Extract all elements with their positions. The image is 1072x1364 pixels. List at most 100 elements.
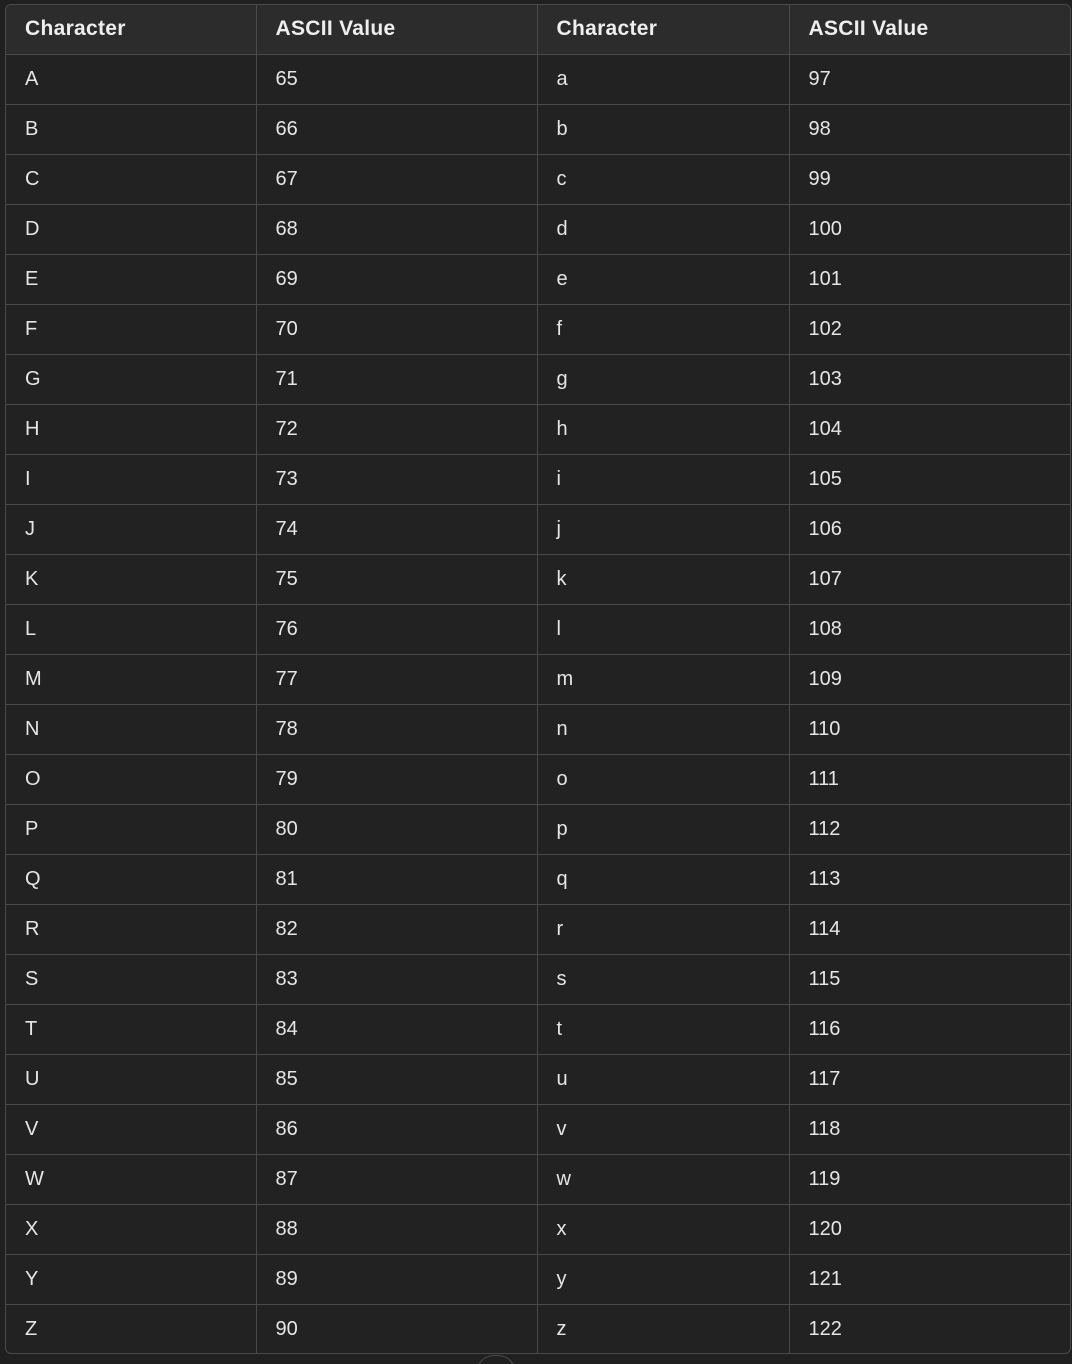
lowercase-character-cell: e xyxy=(537,254,790,305)
uppercase-character-cell: S xyxy=(6,954,257,1005)
uppercase-character-cell: C xyxy=(6,154,257,205)
uppercase-character-cell: M xyxy=(6,654,257,705)
uppercase-ascii-cell: 90 xyxy=(256,1304,538,1353)
uppercase-character-cell: H xyxy=(6,404,257,455)
uppercase-ascii-cell: 83 xyxy=(256,954,538,1005)
lowercase-ascii-cell: 98 xyxy=(789,104,1070,155)
uppercase-ascii-cell: 67 xyxy=(256,154,538,205)
uppercase-ascii-cell: 69 xyxy=(256,254,538,305)
table-row: G 71 g 103 xyxy=(6,354,1070,405)
lowercase-ascii-cell: 104 xyxy=(789,404,1070,455)
lowercase-ascii-cell: 113 xyxy=(789,854,1070,905)
lowercase-ascii-cell: 119 xyxy=(789,1154,1070,1205)
table-row: V 86 v 118 xyxy=(6,1104,1070,1155)
lowercase-ascii-cell: 107 xyxy=(789,554,1070,605)
lowercase-ascii-cell: 109 xyxy=(789,654,1070,705)
lowercase-ascii-cell: 101 xyxy=(789,254,1070,305)
table-row: U 85 u 117 xyxy=(6,1054,1070,1105)
header-character-upper: Character xyxy=(6,5,257,55)
lowercase-character-cell: j xyxy=(537,504,790,555)
lowercase-character-cell: t xyxy=(537,1004,790,1055)
lowercase-character-cell: z xyxy=(537,1304,790,1353)
lowercase-character-cell: c xyxy=(537,154,790,205)
lowercase-character-cell: n xyxy=(537,704,790,755)
uppercase-character-cell: B xyxy=(6,104,257,155)
resize-handle[interactable] xyxy=(476,1355,516,1364)
lowercase-character-cell: l xyxy=(537,604,790,655)
uppercase-character-cell: X xyxy=(6,1204,257,1255)
table-row: L 76 l 108 xyxy=(6,604,1070,655)
table-row: T 84 t 116 xyxy=(6,1004,1070,1055)
lowercase-character-cell: h xyxy=(537,404,790,455)
uppercase-ascii-cell: 87 xyxy=(256,1154,538,1205)
uppercase-ascii-cell: 74 xyxy=(256,504,538,555)
header-row: Character ASCII Value Character ASCII Va… xyxy=(6,5,1070,55)
table-row: S 83 s 115 xyxy=(6,954,1070,1005)
lowercase-ascii-cell: 114 xyxy=(789,904,1070,955)
table-row: W 87 w 119 xyxy=(6,1154,1070,1205)
lowercase-ascii-cell: 97 xyxy=(789,54,1070,105)
table-row: A 65 a 97 xyxy=(6,54,1070,105)
lowercase-character-cell: y xyxy=(537,1254,790,1305)
uppercase-ascii-cell: 75 xyxy=(256,554,538,605)
uppercase-ascii-cell: 65 xyxy=(256,54,538,105)
uppercase-character-cell: V xyxy=(6,1104,257,1155)
lowercase-ascii-cell: 105 xyxy=(789,454,1070,505)
uppercase-ascii-cell: 88 xyxy=(256,1204,538,1255)
uppercase-ascii-cell: 81 xyxy=(256,854,538,905)
uppercase-ascii-cell: 84 xyxy=(256,1004,538,1055)
lowercase-character-cell: x xyxy=(537,1204,790,1255)
table-row: I 73 i 105 xyxy=(6,454,1070,505)
uppercase-character-cell: D xyxy=(6,204,257,255)
uppercase-ascii-cell: 73 xyxy=(256,454,538,505)
uppercase-ascii-cell: 72 xyxy=(256,404,538,455)
lowercase-character-cell: f xyxy=(537,304,790,355)
lowercase-character-cell: g xyxy=(537,354,790,405)
uppercase-ascii-cell: 77 xyxy=(256,654,538,705)
uppercase-character-cell: A xyxy=(6,54,257,105)
uppercase-character-cell: O xyxy=(6,754,257,805)
uppercase-character-cell: U xyxy=(6,1054,257,1105)
lowercase-ascii-cell: 121 xyxy=(789,1254,1070,1305)
lowercase-character-cell: m xyxy=(537,654,790,705)
table-row: J 74 j 106 xyxy=(6,504,1070,555)
table-row: Y 89 y 121 xyxy=(6,1254,1070,1305)
lowercase-character-cell: r xyxy=(537,904,790,955)
table-row: F 70 f 102 xyxy=(6,304,1070,355)
lowercase-character-cell: p xyxy=(537,804,790,855)
lowercase-ascii-cell: 111 xyxy=(789,754,1070,805)
ascii-table: Character ASCII Value Character ASCII Va… xyxy=(6,5,1070,1353)
lowercase-ascii-cell: 108 xyxy=(789,604,1070,655)
uppercase-character-cell: Y xyxy=(6,1254,257,1305)
lowercase-character-cell: q xyxy=(537,854,790,905)
uppercase-character-cell: G xyxy=(6,354,257,405)
uppercase-ascii-cell: 80 xyxy=(256,804,538,855)
table-row: K 75 k 107 xyxy=(6,554,1070,605)
lowercase-character-cell: w xyxy=(537,1154,790,1205)
lowercase-ascii-cell: 110 xyxy=(789,704,1070,755)
lowercase-ascii-cell: 122 xyxy=(808,1317,842,1340)
lowercase-ascii-cell: 120 xyxy=(789,1204,1070,1255)
lowercase-ascii-cell: 100 xyxy=(789,204,1070,255)
lowercase-character-cell: i xyxy=(537,454,790,505)
uppercase-ascii-cell: 82 xyxy=(256,904,538,955)
uppercase-ascii-cell: 86 xyxy=(256,1104,538,1155)
uppercase-character-cell: L xyxy=(6,604,257,655)
table-row: X 88 x 120 xyxy=(6,1204,1070,1255)
lowercase-character-cell: b xyxy=(537,104,790,155)
uppercase-ascii-cell: 68 xyxy=(256,204,538,255)
table-row: R 82 r 114 xyxy=(6,904,1070,955)
table-body: A 65 a 97 B 66 b 98 C 67 c 99 D 68 d 100 E 69 e 101 F 70 f 102 G… xyxy=(6,54,1070,1353)
uppercase-character-cell: P xyxy=(6,804,257,855)
uppercase-character-cell: W xyxy=(6,1154,257,1205)
lowercase-character-cell: v xyxy=(537,1104,790,1155)
table-row: Z 90 z 122 xyxy=(6,1304,1070,1353)
uppercase-character-cell: Q xyxy=(6,854,257,905)
uppercase-character-cell: R xyxy=(6,904,257,955)
uppercase-character-cell: T xyxy=(6,1004,257,1055)
uppercase-character-cell: J xyxy=(6,504,257,555)
table-row: M 77 m 109 xyxy=(6,654,1070,705)
uppercase-ascii-cell: 85 xyxy=(256,1054,538,1105)
uppercase-character-cell: Z xyxy=(6,1304,257,1353)
lowercase-ascii-cell: 115 xyxy=(789,954,1070,1005)
